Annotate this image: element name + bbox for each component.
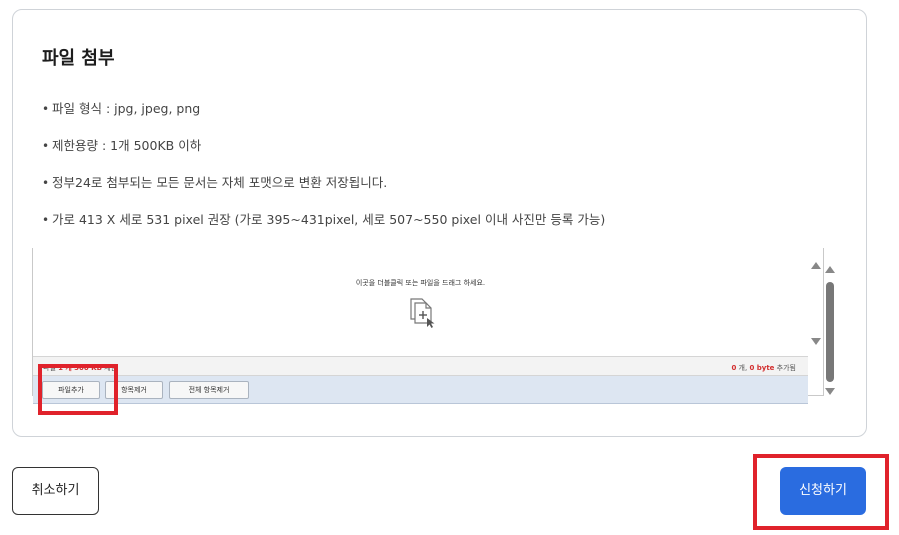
upload-added: 0 개, 0 byte 추가됨 xyxy=(731,363,796,373)
note-text: 가로 413 X 세로 531 pixel 권장 (가로 395~431pixe… xyxy=(52,212,606,227)
scroll-down-icon[interactable] xyxy=(811,338,821,345)
remove-all-button[interactable]: 전체 항목제거 xyxy=(169,381,249,399)
highlight-box-submit xyxy=(753,454,889,530)
note-item: • 정부24로 첨부되는 모든 문서는 자체 포맷으로 변환 저장됩니다. xyxy=(42,174,842,211)
scrollbar-thumb[interactable] xyxy=(826,282,834,382)
scroll-up-icon[interactable] xyxy=(811,262,821,269)
added-suffix: 추가됨 xyxy=(776,364,796,372)
file-uploader: 이곳을 더블클릭 또는 파일을 드래그 하세요. 파일 1 개 500 KB 제… xyxy=(32,248,824,404)
upload-status-bar: 파일 1 개 500 KB 제한 0 개, 0 byte 추가됨 xyxy=(33,356,808,376)
panel-scrollbar[interactable] xyxy=(822,262,838,400)
notes-list: • 파일 형식 : jpg, jpeg, png • 제한용량 : 1개 500… xyxy=(42,100,842,248)
note-item: • 파일 형식 : jpg, jpeg, png xyxy=(42,100,842,137)
added-size: 0 byte xyxy=(749,364,775,372)
note-text: 정부24로 첨부되는 모든 문서는 자체 포맷으로 변환 저장됩니다. xyxy=(52,175,388,190)
highlight-box-add-file xyxy=(38,364,118,415)
drop-hint: 이곳을 더블클릭 또는 파일을 드래그 하세요. xyxy=(355,279,486,287)
cancel-button[interactable]: 취소하기 xyxy=(12,467,99,515)
note-item: • 가로 413 X 세로 531 pixel 권장 (가로 395~431pi… xyxy=(42,211,842,248)
scroll-up-icon[interactable] xyxy=(825,266,835,273)
bullet: • xyxy=(42,213,50,227)
section-title: 파일 첨부 xyxy=(42,48,115,69)
note-item: • 제한용량 : 1개 500KB 이하 xyxy=(42,137,842,174)
bullet: • xyxy=(42,176,50,190)
drop-zone[interactable]: 이곳을 더블클릭 또는 파일을 드래그 하세요. xyxy=(33,248,808,348)
note-text: 파일 형식 : jpg, jpeg, png xyxy=(52,101,201,116)
added-count-unit: 개, xyxy=(738,364,748,372)
bullet: • xyxy=(42,139,50,153)
bullet: • xyxy=(42,102,50,116)
note-text: 제한용량 : 1개 500KB 이하 xyxy=(52,138,202,153)
add-file-icon xyxy=(410,298,435,328)
uploader-toolbar: 파일추가 항목제거 전체 항목제거 xyxy=(33,376,808,404)
added-count: 0 xyxy=(731,364,737,372)
scroll-down-icon[interactable] xyxy=(825,388,835,395)
